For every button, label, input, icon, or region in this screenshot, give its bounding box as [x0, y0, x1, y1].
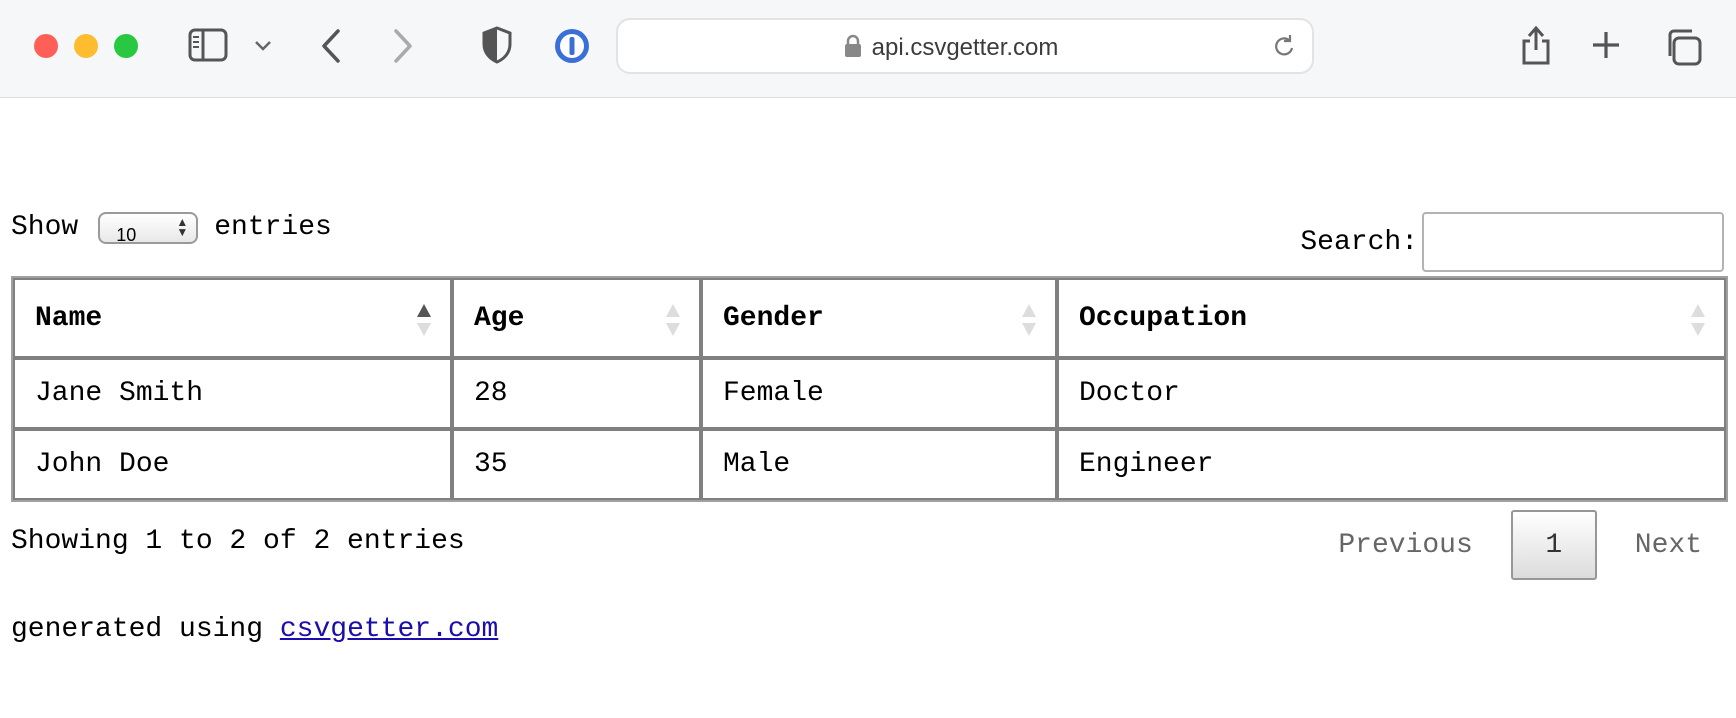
previous-page-button[interactable]: Previous [1306, 530, 1504, 561]
table-cell-occupation: Engineer [1057, 429, 1726, 500]
close-window-button[interactable] [34, 34, 58, 58]
table-row: Jane Smith 28 Female Doctor [13, 358, 1726, 429]
chevron-down-icon[interactable] [254, 40, 272, 52]
address-bar[interactable]: api.csvgetter.com [616, 18, 1314, 74]
table-cell-age: 35 [452, 429, 701, 500]
password-manager-icon[interactable] [553, 27, 591, 65]
table-cell-age: 28 [452, 358, 701, 429]
select-arrows-icon: ▲ ▼ [176, 215, 189, 239]
minimize-window-button[interactable] [74, 34, 98, 58]
page-1-button[interactable]: 1 [1510, 510, 1597, 580]
url-text: api.csvgetter.com [871, 34, 1059, 61]
table-cell-gender: Female [701, 358, 1057, 429]
table-row: John Doe 35 Male Engineer [13, 429, 1726, 500]
forward-icon[interactable] [392, 28, 414, 64]
sort-ascending-icon [416, 302, 432, 338]
table-header-row: Name Age Gender Occupation [13, 278, 1726, 358]
sort-both-icon [1690, 302, 1706, 338]
table-info: Showing 1 to 2 of 2 entries [11, 526, 465, 557]
browser-toolbar: api.csvgetter.com [0, 0, 1736, 98]
footer: generated using csvgetter.com [11, 614, 498, 646]
length-control: Show 10 ▲ ▼ entries [11, 212, 332, 245]
column-header-name[interactable]: Name [13, 278, 452, 358]
sort-both-icon [1021, 302, 1037, 338]
column-header-gender[interactable]: Gender [701, 278, 1057, 358]
table-cell-gender: Male [701, 429, 1057, 500]
entries-select-value: 10 [116, 225, 137, 245]
sidebar-icon[interactable] [188, 28, 228, 62]
table-cell-occupation: Doctor [1057, 358, 1726, 429]
sort-both-icon [665, 302, 681, 338]
column-header-label: Occupation [1079, 302, 1248, 334]
share-icon[interactable] [1520, 24, 1552, 66]
data-table: Name Age Gender Occupation Jane Smith 28… [11, 276, 1728, 502]
column-header-occupation[interactable]: Occupation [1057, 278, 1726, 358]
table-cell-name: John Doe [13, 429, 452, 500]
table-cell-name: Jane Smith [13, 358, 452, 429]
column-header-age[interactable]: Age [452, 278, 701, 358]
column-header-label: Age [474, 302, 525, 334]
search-label: Search: [1300, 226, 1418, 258]
column-header-label: Name [35, 302, 103, 334]
entries-label: entries [214, 212, 332, 243]
new-tab-icon[interactable] [1591, 30, 1621, 60]
search-control: Search: [1300, 212, 1724, 272]
back-icon[interactable] [320, 28, 342, 64]
pagination: Previous 1 Next [1306, 510, 1724, 580]
csvgetter-link[interactable]: csvgetter.com [280, 614, 498, 645]
shield-icon[interactable] [482, 26, 512, 64]
zoom-window-button[interactable] [114, 34, 138, 58]
next-page-button[interactable]: Next [1603, 530, 1724, 561]
entries-select[interactable]: 10 ▲ ▼ [98, 212, 199, 245]
search-input[interactable] [1422, 212, 1724, 272]
column-header-label: Gender [723, 302, 824, 334]
tabs-overview-icon[interactable] [1664, 28, 1702, 66]
reload-icon[interactable] [1272, 34, 1296, 65]
show-label: Show [11, 212, 79, 243]
footer-text: generated using [11, 614, 264, 645]
